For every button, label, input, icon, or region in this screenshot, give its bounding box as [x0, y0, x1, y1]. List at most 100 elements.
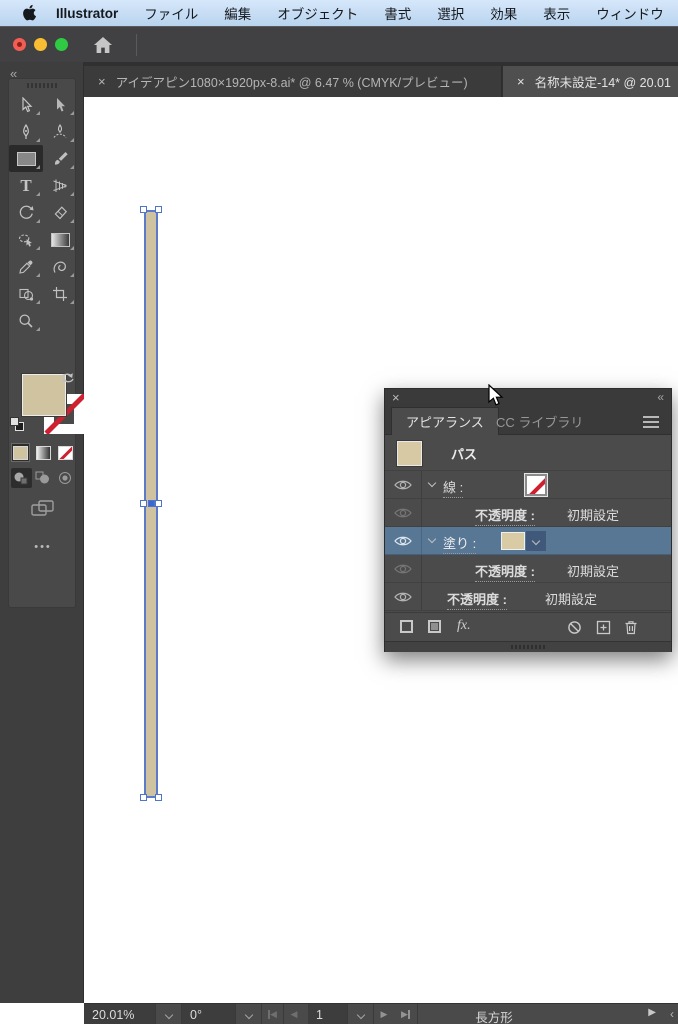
status-collapse-icon[interactable]: ‹	[670, 1007, 674, 1021]
paintbrush-tool-icon[interactable]	[43, 145, 77, 172]
none-mode-button[interactable]	[56, 443, 75, 462]
menu-effect[interactable]: 効果	[490, 3, 517, 23]
status-flyout-arrow[interactable]: ▶	[648, 1007, 656, 1018]
previous-artboard-button[interactable]: ◀	[284, 1004, 304, 1024]
menu-object[interactable]: オブジェクト	[277, 3, 358, 23]
perspective-grid-tool-icon[interactable]	[43, 172, 77, 199]
rotation-field[interactable]: 0°	[182, 1004, 236, 1024]
stroke-opacity-row[interactable]: 不透明度 : 初期設定	[385, 499, 671, 527]
visibility-eye-icon[interactable]	[394, 479, 412, 491]
add-new-effect-button[interactable]: fx.	[457, 618, 471, 634]
close-window-button[interactable]	[13, 38, 26, 51]
visibility-eye-icon[interactable]	[394, 507, 412, 519]
default-fill-stroke-icon[interactable]	[10, 417, 24, 431]
zoom-window-button[interactable]	[55, 38, 68, 51]
minimize-window-button[interactable]	[34, 38, 47, 51]
clear-appearance-button[interactable]	[567, 620, 582, 638]
expand-chevron-icon[interactable]	[427, 534, 437, 544]
artboard-dropdown-chevron[interactable]	[348, 1004, 374, 1024]
appearance-target-row[interactable]: パス	[385, 435, 671, 471]
close-tab-icon[interactable]: ×	[98, 74, 106, 89]
add-new-stroke-button[interactable]	[400, 620, 413, 633]
menu-window[interactable]: ウィンドウ	[596, 3, 664, 23]
opacity-value[interactable]: 初期設定	[545, 589, 597, 608]
artboard-tool-icon[interactable]	[43, 280, 77, 307]
tools-panel-grip[interactable]	[27, 83, 59, 88]
blend-tool-icon[interactable]	[43, 253, 77, 280]
duplicate-selected-item-button[interactable]	[596, 620, 611, 638]
pen-tool-icon[interactable]	[9, 118, 43, 145]
change-screen-mode-icon[interactable]	[31, 499, 55, 519]
selection-center-point[interactable]	[147, 500, 155, 507]
curvature-tool-icon[interactable]	[43, 118, 77, 145]
fill-label[interactable]: 塗り :	[443, 533, 477, 554]
menu-select[interactable]: 選択	[437, 3, 464, 23]
panel-menu-icon[interactable]	[643, 416, 659, 418]
opacity-label[interactable]: 不透明度 :	[475, 561, 535, 582]
appearance-panel-header[interactable]: × «	[385, 389, 671, 407]
panel-resize-strip[interactable]	[385, 641, 671, 652]
draw-behind-mode-button[interactable]	[33, 468, 54, 488]
zoom-dropdown-chevron[interactable]	[156, 1004, 182, 1024]
delete-selected-item-button[interactable]	[624, 620, 638, 638]
visibility-eye-icon[interactable]	[394, 535, 412, 547]
fill-swatch-dropdown[interactable]	[526, 531, 546, 551]
panel-close-icon[interactable]: ×	[392, 390, 400, 405]
last-artboard-button[interactable]: ▶	[394, 1004, 418, 1024]
direct-selection-tool-icon[interactable]	[43, 91, 77, 118]
stroke-label[interactable]: 線 :	[443, 477, 464, 498]
type-tool-icon[interactable]: T	[9, 172, 43, 199]
draw-inside-mode-button[interactable]	[54, 468, 75, 488]
artboard-number-field[interactable]: 1	[308, 1004, 348, 1024]
shaper-tool-icon[interactable]	[9, 226, 43, 253]
gradient-tool-icon[interactable]	[43, 226, 77, 253]
selection-handle-bottom-right[interactable]	[155, 794, 162, 801]
document-tab-1[interactable]: × アイデアピン1080×1920px-8.ai* @ 6.47 % (CMYK…	[84, 66, 502, 97]
menu-type[interactable]: 書式	[384, 3, 411, 23]
selection-handle-mid-right[interactable]	[155, 500, 162, 507]
stroke-none-swatch[interactable]	[524, 473, 548, 497]
draw-normal-mode-button[interactable]	[11, 468, 32, 488]
shape-builder-tool-icon[interactable]	[9, 280, 43, 307]
selection-tool-icon[interactable]	[9, 91, 43, 118]
menu-file[interactable]: ファイル	[144, 3, 198, 23]
zoom-tool-icon[interactable]	[9, 307, 43, 334]
selection-handle-top-left[interactable]	[140, 206, 147, 213]
first-artboard-button[interactable]: ◀	[262, 1004, 284, 1024]
selection-handle-bottom-left[interactable]	[140, 794, 147, 801]
eyedropper-tool-icon[interactable]	[9, 253, 43, 280]
path-opacity-row[interactable]: 不透明度 : 初期設定	[385, 583, 671, 611]
color-mode-button[interactable]	[11, 443, 31, 462]
opacity-label[interactable]: 不透明度 :	[475, 505, 535, 526]
close-tab-icon[interactable]: ×	[517, 74, 525, 89]
fill-color-swatch[interactable]	[501, 532, 525, 550]
selection-handle-mid-left[interactable]	[140, 500, 147, 507]
zoom-level-field[interactable]: 20.01%	[84, 1004, 156, 1024]
selection-handle-top-right[interactable]	[155, 206, 162, 213]
opacity-value[interactable]: 初期設定	[567, 505, 619, 524]
expand-chevron-icon[interactable]	[427, 478, 437, 488]
opacity-value[interactable]: 初期設定	[567, 561, 619, 580]
gradient-mode-button[interactable]	[33, 443, 52, 462]
rotation-dropdown-chevron[interactable]	[236, 1004, 262, 1024]
home-icon[interactable]	[92, 35, 114, 55]
swap-fill-stroke-icon[interactable]	[59, 370, 77, 386]
rotate-tool-icon[interactable]	[9, 199, 43, 226]
eraser-tool-icon[interactable]	[43, 199, 77, 226]
menu-app-name[interactable]: Illustrator	[56, 6, 118, 21]
panel-collapse-icon[interactable]: «	[657, 390, 664, 404]
stroke-attribute-row[interactable]: 線 :	[385, 471, 671, 499]
apple-menu-icon[interactable]	[22, 4, 38, 22]
fill-attribute-row-selected[interactable]: 塗り :	[385, 527, 671, 555]
opacity-label[interactable]: 不透明度 :	[447, 589, 507, 610]
tab-cc-libraries[interactable]: CC ライブラリ	[482, 407, 597, 435]
menu-edit[interactable]: 編集	[224, 3, 251, 23]
fill-opacity-row[interactable]: 不透明度 : 初期設定	[385, 555, 671, 583]
edit-toolbar-ellipsis[interactable]: •••	[9, 541, 77, 553]
add-new-fill-button[interactable]	[428, 620, 441, 633]
visibility-eye-icon[interactable]	[394, 563, 412, 575]
document-tab-2[interactable]: × 名称未設定-14* @ 20.01	[503, 66, 678, 97]
rectangle-tool-icon[interactable]	[9, 145, 43, 172]
visibility-eye-icon[interactable]	[394, 591, 412, 603]
menu-view[interactable]: 表示	[543, 3, 570, 23]
